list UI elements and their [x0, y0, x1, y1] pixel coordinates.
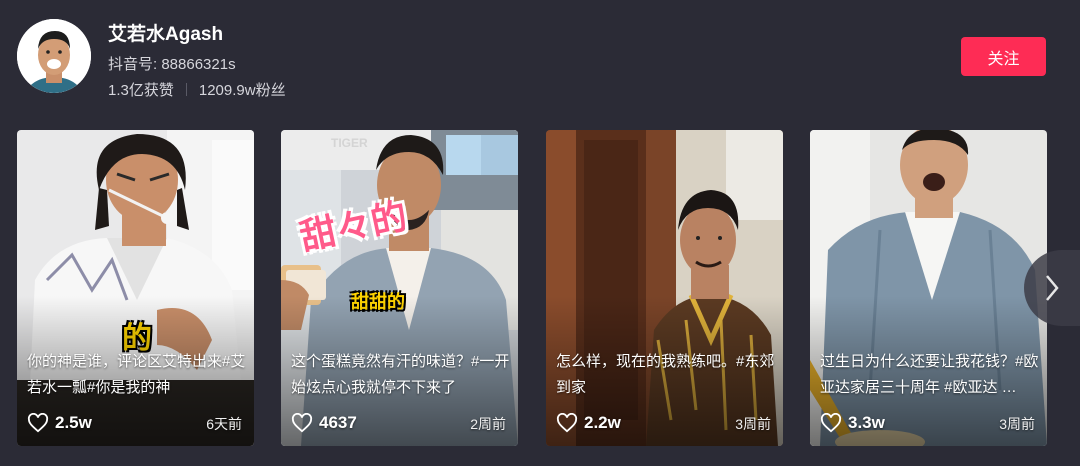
like-count: 4637 [319, 413, 357, 432]
likes-count: 1.3亿获赞 [108, 82, 174, 99]
like-count: 2.5w [55, 413, 92, 432]
profile-stats: 1.3亿获赞 1209.9w粉丝 [108, 79, 286, 100]
heart-icon [820, 413, 842, 433]
video-card[interactable]: 怎么样，现在的我熟练吧。#东郊到家 2.2w 3周前 [546, 130, 783, 446]
avatar[interactable] [17, 19, 91, 93]
heart-icon [556, 413, 578, 433]
heart-icon [27, 413, 49, 433]
video-date: 3周前 [999, 416, 1035, 432]
video-caption: 过生日为什么还要让我花钱？#欧亚达家居三十周年 #欧亚达 … [820, 353, 1039, 396]
video-list: 的 你的神是谁，评论区艾特出来#艾若水一瓢#你是我的神 2.5w 6天前 [17, 130, 1063, 446]
video-date: 2周前 [470, 416, 506, 432]
video-likes: 2.2w [556, 411, 621, 435]
douyin-id: 抖音号: 88866321s [108, 56, 236, 73]
store-sign: TIGER [331, 136, 368, 150]
heart-icon [291, 413, 313, 433]
video-card[interactable]: TIGER 甜々的 甜甜的 这个蛋糕竟然有汗的味道？#一开始炫点心我就停不下来了… [281, 130, 518, 446]
video-likes: 2.5w [27, 411, 92, 435]
follow-button[interactable]: 关注 [961, 37, 1046, 76]
video-date: 6天前 [206, 416, 242, 432]
profile-name: 艾若水Agash [108, 24, 224, 45]
like-count: 2.2w [584, 413, 621, 432]
video-card[interactable]: 过生日为什么还要让我花钱？#欧亚达家居三十周年 #欧亚达 … 3.3w 3周前 [810, 130, 1047, 446]
video-caption: 怎么样，现在的我熟练吧。#东郊到家 [556, 353, 775, 396]
video-caption: 这个蛋糕竟然有汗的味道？#一开始炫点心我就停不下来了 [291, 353, 510, 396]
like-count: 3.3w [848, 413, 885, 432]
stats-divider [185, 83, 187, 96]
video-likes: 4637 [291, 411, 357, 435]
video-likes: 3.3w [820, 411, 885, 435]
chevron-right-icon [1046, 275, 1059, 301]
fans-count: 1209.9w粉丝 [198, 82, 286, 99]
video-date: 3周前 [735, 416, 771, 432]
video-card[interactable]: 的 你的神是谁，评论区艾特出来#艾若水一瓢#你是我的神 2.5w 6天前 [17, 130, 254, 446]
profile-header: 艾若水Agash 抖音号: 88866321s 1.3亿获赞 1209.9w粉丝… [0, 0, 1080, 120]
video-caption: 你的神是谁，评论区艾特出来#艾若水一瓢#你是我的神 [27, 353, 246, 396]
